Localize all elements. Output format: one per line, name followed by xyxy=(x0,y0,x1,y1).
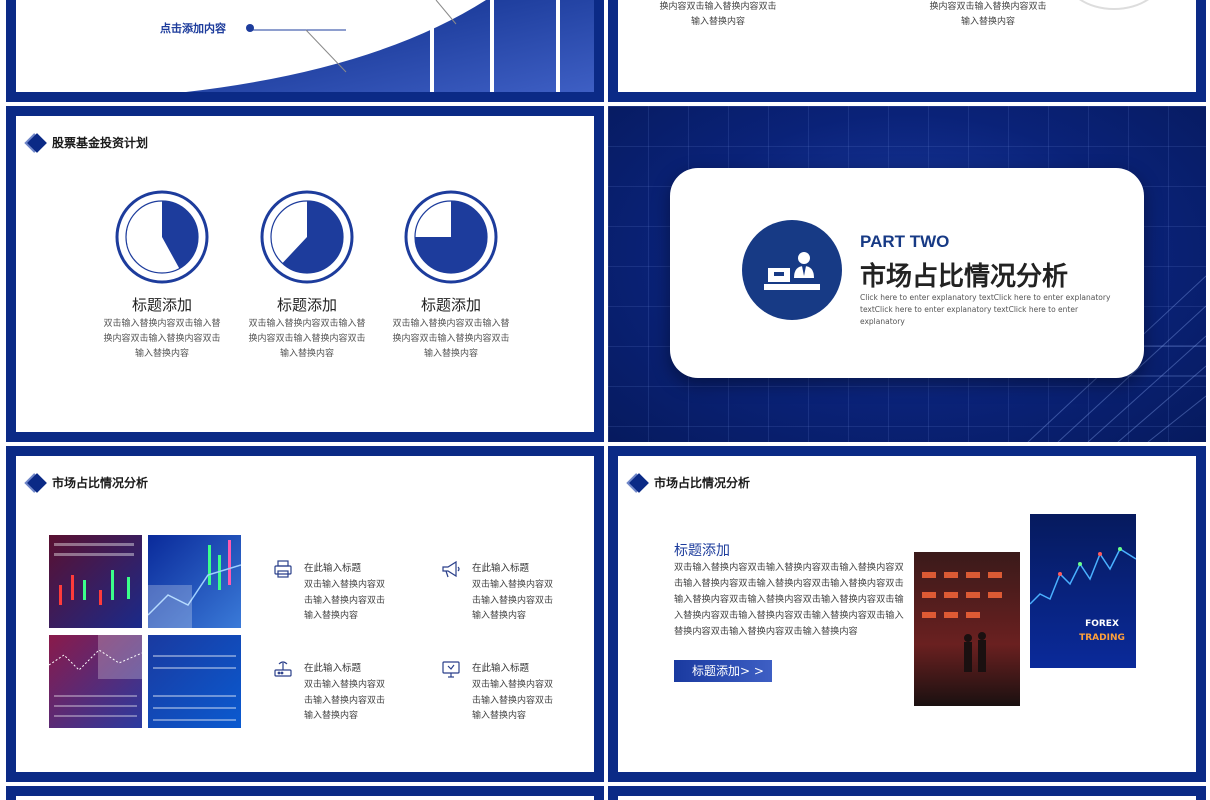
text-line: 双击输入替换内容双击输入替 xyxy=(392,319,510,329)
content-paragraph: 双击输入替换内容双击输入替换内容双击输入替换内容双击输入替换内容双击输入替换内容… xyxy=(674,562,904,637)
slide-5-canvas: 市场占比情况分析 在此输入标题 双击输入替换内容双 击输入替换内容双击 输入替换… xyxy=(16,456,594,772)
stock-image-tile xyxy=(49,635,142,728)
slide-6[interactable]: 市场占比情况分析 标题添加 双击输入替换内容双击输入替换内容双击输入替换内容双击… xyxy=(608,446,1206,782)
text-line: 输入替换内容 xyxy=(279,349,334,359)
callout-dot xyxy=(246,24,254,32)
printer-icon xyxy=(274,560,292,578)
market-photo xyxy=(914,552,1020,706)
slide-2[interactable]: 换内容双击输入替换内容双击 输入替换内容 换内容双击输入替换内容双击 输入替换内… xyxy=(608,0,1206,102)
slide-title-text: 市场占比情况分析 xyxy=(52,476,149,490)
text-line: 双击输入替换内容双 xyxy=(472,580,554,590)
title-card: PART TWO 市场占比情况分析 Click here to enter ex… xyxy=(670,168,1144,378)
pie-text: 双击输入替换内容双击输入替 换内容双击输入替换内容双击 输入替换内容 xyxy=(98,317,226,362)
feature-text: 双击输入替换内容双 击输入替换内容双击 输入替换内容 xyxy=(472,678,562,725)
part-label: PART TWO xyxy=(860,232,950,251)
pie-title: 标题添加 xyxy=(420,296,481,314)
stock-image-tile xyxy=(148,635,241,728)
presenter-icon-graphic xyxy=(764,252,820,290)
text-line: 击输入替换内容双击 xyxy=(304,595,386,606)
slide-1-canvas: 点击添加内容 xyxy=(16,0,594,92)
megaphone-icon xyxy=(442,560,460,578)
feature-title: 在此输入标题 xyxy=(472,663,530,674)
slide-title: 市场占比情况分析 xyxy=(27,472,149,493)
stock-image-tile xyxy=(49,535,142,628)
pie-item-2: 标题添加 双击输入替换内容双击输入替 换内容双击输入替换内容双击 输入替换内容 xyxy=(243,190,371,362)
slide-4[interactable]: PART TWO 市场占比情况分析 Click here to enter ex… xyxy=(608,106,1206,442)
text-line: 输入替换内容 xyxy=(472,611,527,621)
forex-label: FOREX xyxy=(1085,619,1119,629)
slide-2-right-text: 换内容双击输入替换内容双击 输入替换内容 xyxy=(918,0,1058,30)
text-line: 双击输入替换内容双 xyxy=(472,680,554,690)
pie-title: 标题添加 xyxy=(131,296,192,314)
text-line: 击输入替换内容双击 xyxy=(472,595,554,606)
callout-label: 点击添加内容 xyxy=(160,22,226,35)
text-line: 双击输入替换内容双击输入替 xyxy=(103,319,221,329)
section-description: Click here to enter explanatory textClic… xyxy=(860,293,1111,326)
slide-5[interactable]: 市场占比情况分析 在此输入标题 双击输入替换内容双 击输入替换内容双击 输入替换… xyxy=(6,446,604,782)
text-line: 击输入替换内容双击 xyxy=(304,695,386,706)
text-line: 换内容双击输入替换内容双击 xyxy=(659,2,777,12)
presenter-icon xyxy=(742,220,842,320)
text-line: 双击输入替换内容双击输入替 xyxy=(248,319,366,329)
forex-photo: FOREX TRADING xyxy=(1030,514,1136,668)
text-line: 换内容双击输入替换内容双击 xyxy=(103,334,221,344)
pie-text: 双击输入替换内容双击输入替 换内容双击输入替换内容双击 输入替换内容 xyxy=(387,317,515,362)
text-line: 输入替换内容 xyxy=(472,711,527,721)
feature-title: 在此输入标题 xyxy=(304,663,362,674)
slide-6-canvas: 市场占比情况分析 标题添加 双击输入替换内容双击输入替换内容双击输入替换内容双击… xyxy=(618,456,1196,772)
pie-item-3: 标题添加 双击输入替换内容双击输入替 换内容双击输入替换内容双击 输入替换内容 xyxy=(387,190,515,362)
text-line: 换内容双击输入替换内容双击 xyxy=(392,334,510,344)
pie-item-1: 标题添加 双击输入替换内容双击输入替 换内容双击输入替换内容双击 输入替换内容 xyxy=(98,190,226,362)
diamond-icon xyxy=(27,472,47,493)
slide-title-text: 股票基金投资计划 xyxy=(52,136,149,150)
text-line: 输入替换内容 xyxy=(690,17,745,27)
slide-3[interactable]: 股票基金投资计划 标题添加 双击输入替换内容双击输入替 换内容双击输入替换内容双… xyxy=(6,106,604,442)
slide-8[interactable] xyxy=(608,786,1206,800)
feature-title: 在此输入标题 xyxy=(304,563,362,574)
diamond-icon xyxy=(27,132,47,153)
slide-title-text: 市场占比情况分析 xyxy=(654,476,751,490)
text-line: 击输入替换内容双击 xyxy=(472,695,554,706)
router-icon xyxy=(274,661,292,677)
circle-decoration xyxy=(1064,0,1164,10)
text-line: 双击输入替换内容双 xyxy=(304,580,386,590)
slide-title: 市场占比情况分析 xyxy=(629,472,751,493)
slide-3-canvas: 股票基金投资计划 标题添加 双击输入替换内容双击输入替 换内容双击输入替换内容双… xyxy=(16,116,594,432)
text-line: 输入替换内容 xyxy=(960,17,1015,27)
feature-text: 双击输入替换内容双 击输入替换内容双击 输入替换内容 xyxy=(304,678,394,725)
pie-chart xyxy=(260,190,354,284)
pie-chart xyxy=(115,190,209,284)
feature-text: 双击输入替换内容双 击输入替换内容双击 输入替换内容 xyxy=(472,578,562,625)
text-line: 输入替换内容 xyxy=(423,349,478,359)
title-add-button[interactable]: 标题添加> > xyxy=(674,660,772,682)
slide-7[interactable] xyxy=(6,786,604,800)
slide-1-graphic xyxy=(186,0,594,92)
slide-7-canvas xyxy=(16,796,594,800)
feature-text: 双击输入替换内容双 击输入替换内容双击 输入替换内容 xyxy=(304,578,394,625)
text-line: 输入替换内容 xyxy=(304,611,359,621)
text-line: 输入替换内容 xyxy=(304,711,359,721)
text-line: 双击输入替换内容双 xyxy=(304,680,386,690)
text-line: 换内容双击输入替换内容双击 xyxy=(248,334,366,344)
slide-2-canvas: 换内容双击输入替换内容双击 输入替换内容 换内容双击输入替换内容双击 输入替换内… xyxy=(618,0,1196,92)
slide-1[interactable]: 点击添加内容 xyxy=(6,0,604,102)
text-line: 换内容双击输入替换内容双击 xyxy=(929,2,1047,12)
pie-chart xyxy=(404,190,498,284)
text-line: 输入替换内容 xyxy=(134,349,189,359)
slide-2-left-text: 换内容双击输入替换内容双击 输入替换内容 xyxy=(648,0,788,30)
pie-text: 双击输入替换内容双击输入替 换内容双击输入替换内容双击 输入替换内容 xyxy=(243,317,371,362)
slide-title: 股票基金投资计划 xyxy=(27,132,149,153)
diamond-icon xyxy=(629,472,649,493)
monitor-icon xyxy=(442,661,460,678)
slide-8-canvas xyxy=(618,796,1196,800)
content-heading: 标题添加 xyxy=(674,543,730,559)
stock-image-tile xyxy=(148,535,241,628)
section-title: 市场占比情况分析 xyxy=(860,262,1069,292)
pie-title: 标题添加 xyxy=(276,296,337,314)
trading-label: TRADING xyxy=(1079,633,1125,643)
feature-title: 在此输入标题 xyxy=(472,563,530,574)
